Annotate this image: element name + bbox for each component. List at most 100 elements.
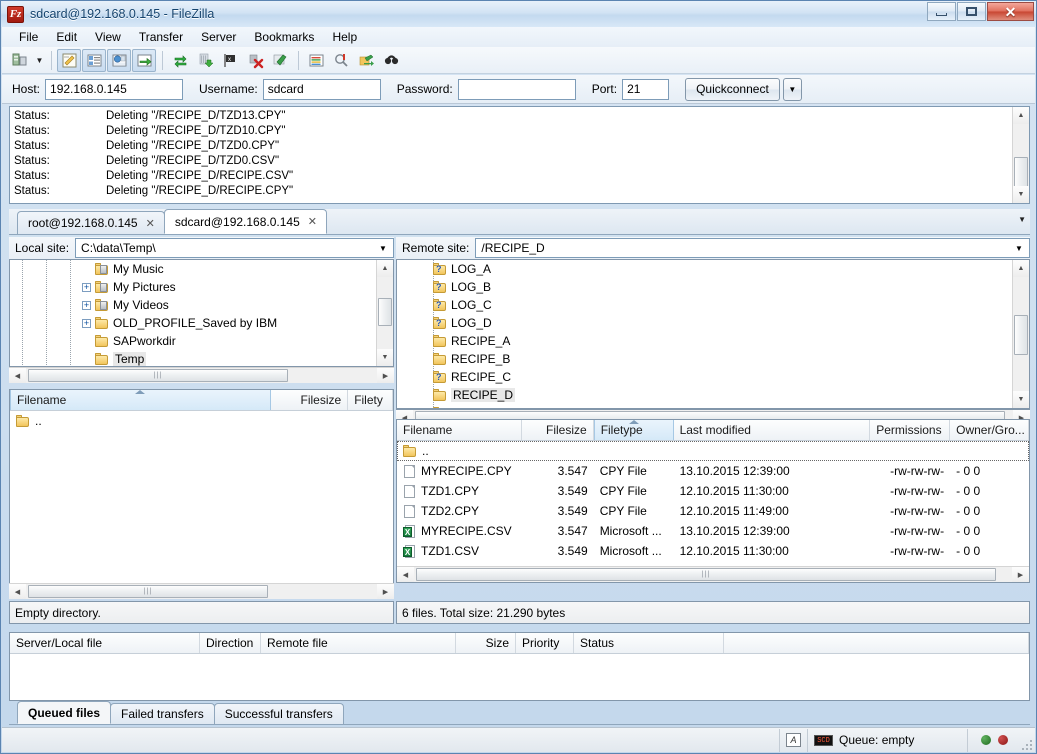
- maximize-button[interactable]: [957, 2, 986, 21]
- local-path-combo[interactable]: C:\data\Temp\ ▼: [75, 238, 394, 258]
- quickconnect-button[interactable]: Quickconnect: [685, 77, 780, 101]
- remote-column-lastmodified[interactable]: Last modified: [674, 420, 871, 440]
- table-row[interactable]: X TZD1.CSV 3.549 Microsoft ... 12.10.2015 11…: [397, 541, 1029, 561]
- remote-column-filename[interactable]: Filename: [397, 420, 522, 440]
- tab-queued-files[interactable]: Queued files: [17, 701, 112, 724]
- scrollbar-thumb[interactable]: [1014, 315, 1028, 355]
- resize-grip[interactable]: [1020, 738, 1032, 750]
- scroll-left-icon[interactable]: ◀: [397, 567, 414, 582]
- remote-tree-item[interactable]: RECIPE_A: [397, 332, 1012, 350]
- toggle-local-tree-button[interactable]: [82, 48, 106, 72]
- synchronized-browsing-button[interactable]: [354, 49, 378, 72]
- tree-expand-icon[interactable]: +: [82, 300, 91, 310]
- password-input[interactable]: [457, 78, 576, 100]
- site-tab-sdcard[interactable]: sdcard@192.168.0.145 ✕: [163, 209, 327, 234]
- remote-tree-scrollbar[interactable]: ▲ ▼: [1012, 260, 1029, 408]
- local-list-hscrollbar[interactable]: ◀ ||| ▶: [9, 583, 394, 599]
- remote-tree-item[interactable]: RECIPE_D: [397, 386, 1012, 404]
- menu-item-bookmarks[interactable]: Bookmarks: [245, 28, 323, 46]
- tab-failed-transfers[interactable]: Failed transfers: [110, 703, 215, 724]
- remote-tree-item[interactable]: RECIPE_B: [397, 350, 1012, 368]
- local-tree-item[interactable]: + My Pictures: [10, 278, 376, 296]
- find-files-button[interactable]: [379, 49, 403, 72]
- scroll-left-icon[interactable]: ◀: [9, 368, 26, 383]
- scroll-down-icon[interactable]: ▼: [1013, 186, 1029, 203]
- local-tree-item[interactable]: My Music: [10, 260, 376, 278]
- remote-file-list[interactable]: Filename Filesize Filetype Last modified…: [396, 419, 1030, 583]
- scroll-right-icon[interactable]: ▶: [1012, 567, 1029, 582]
- tree-expand-icon[interactable]: +: [82, 282, 91, 292]
- table-row[interactable]: TZD2.CPY 3.549 CPY File 12.10.2015 11:49:00…: [397, 501, 1029, 521]
- local-column-filesize[interactable]: Filesize: [271, 390, 349, 410]
- local-tree-item[interactable]: + My Videos: [10, 296, 376, 314]
- site-manager-dropdown-icon[interactable]: ▼: [33, 49, 46, 72]
- remote-tree-item[interactable]: ? RECIPE_C: [397, 368, 1012, 386]
- queue-column-size[interactable]: Size: [456, 633, 516, 653]
- chevron-down-icon[interactable]: ▼: [375, 239, 391, 257]
- local-directory-tree[interactable]: My Music + My Pictures + My Videos + OLD_PROFI…: [9, 259, 394, 367]
- scroll-down-icon[interactable]: ▼: [377, 349, 393, 366]
- site-manager-button[interactable]: [8, 49, 32, 72]
- local-tree-item[interactable]: + OLD_PROFILE_Saved by IBM: [10, 314, 376, 332]
- queue-column-priority[interactable]: Priority: [516, 633, 574, 653]
- cancel-operation-button[interactable]: x: [218, 49, 242, 72]
- scrollbar-thumb[interactable]: |||: [28, 585, 268, 598]
- remote-tree-item[interactable]: ? LOG_A: [397, 260, 1012, 278]
- table-row[interactable]: TZD1.CPY 3.549 CPY File 12.10.2015 11:30:00…: [397, 481, 1029, 501]
- menu-item-view[interactable]: View: [86, 28, 130, 46]
- menu-item-server[interactable]: Server: [192, 28, 245, 46]
- site-tab-root[interactable]: root@192.168.0.145 ✕: [17, 211, 165, 234]
- menu-item-file[interactable]: File: [10, 28, 47, 46]
- toggle-transfer-queue-button[interactable]: [132, 48, 156, 72]
- remote-column-owner[interactable]: Owner/Gro...: [950, 420, 1029, 440]
- table-row[interactable]: X MYRECIPE.CSV 3.547 Microsoft ... 13.10.201…: [397, 521, 1029, 541]
- table-row[interactable]: ..: [10, 411, 393, 431]
- local-tree-item[interactable]: SAPworkdir: [10, 332, 376, 350]
- close-tab-icon[interactable]: ✕: [308, 215, 317, 228]
- message-log-scrollbar[interactable]: ▲ ▼: [1012, 107, 1029, 203]
- scroll-left-icon[interactable]: ◀: [9, 584, 26, 599]
- tab-successful-transfers[interactable]: Successful transfers: [213, 703, 344, 724]
- table-row[interactable]: MYRECIPE.CPY 3.547 CPY File 13.10.2015 12:3…: [397, 461, 1029, 481]
- local-file-list[interactable]: Filename Filesize Filety ..: [9, 389, 394, 586]
- remote-list-hscrollbar[interactable]: ◀ ||| ▶: [397, 566, 1029, 582]
- scrollbar-thumb[interactable]: [378, 298, 392, 326]
- scroll-down-icon[interactable]: ▼: [1013, 391, 1029, 408]
- remote-path-combo[interactable]: /RECIPE_D ▼: [475, 238, 1030, 258]
- quickconnect-history-dropdown[interactable]: ▼: [782, 77, 802, 101]
- chevron-down-icon[interactable]: ▼: [1018, 215, 1026, 224]
- local-tree-hscrollbar[interactable]: ◀ ||| ▶: [9, 367, 394, 383]
- queue-column-serverlocal[interactable]: Server/Local file: [10, 633, 200, 653]
- local-column-filename[interactable]: Filename: [10, 390, 271, 410]
- remote-tree-item[interactable]: ? LOG_B: [397, 278, 1012, 296]
- queue-column-direction[interactable]: Direction: [200, 633, 261, 653]
- close-button[interactable]: ✕: [987, 2, 1034, 21]
- disconnect-button[interactable]: [243, 49, 267, 72]
- local-tree-scrollbar[interactable]: ▲ ▼: [376, 260, 393, 366]
- queue-column-status[interactable]: Status: [574, 633, 724, 653]
- queue-column-remotefile[interactable]: Remote file: [261, 633, 456, 653]
- remote-tree-item[interactable]: ? LOG_C: [397, 296, 1012, 314]
- minimize-button[interactable]: [927, 2, 956, 21]
- remote-tree-item[interactable]: ? LOG_D: [397, 314, 1012, 332]
- remote-column-filetype[interactable]: Filetype: [593, 420, 674, 440]
- menu-item-transfer[interactable]: Transfer: [130, 28, 192, 46]
- local-tree-item[interactable]: Temp: [10, 350, 376, 366]
- host-input[interactable]: [45, 78, 184, 100]
- scrollbar-thumb[interactable]: |||: [416, 568, 996, 581]
- remote-column-permissions[interactable]: Permissions: [870, 420, 951, 440]
- tree-expand-icon[interactable]: +: [82, 318, 91, 328]
- directory-comparison-button[interactable]: [329, 49, 353, 72]
- parent-directory-row[interactable]: ..: [397, 441, 1029, 461]
- scroll-up-icon[interactable]: ▲: [1013, 260, 1029, 277]
- port-input[interactable]: [622, 78, 670, 100]
- scroll-right-icon[interactable]: ▶: [377, 584, 394, 599]
- reconnect-button[interactable]: [268, 49, 292, 72]
- scroll-up-icon[interactable]: ▲: [377, 260, 393, 277]
- scroll-right-icon[interactable]: ▶: [377, 368, 394, 383]
- transfer-queue-list[interactable]: Server/Local file Direction Remote file …: [9, 632, 1030, 701]
- toggle-remote-tree-button[interactable]: [107, 48, 131, 72]
- chevron-down-icon[interactable]: ▼: [1011, 239, 1027, 257]
- username-input[interactable]: [262, 78, 381, 100]
- scroll-up-icon[interactable]: ▲: [1013, 107, 1029, 124]
